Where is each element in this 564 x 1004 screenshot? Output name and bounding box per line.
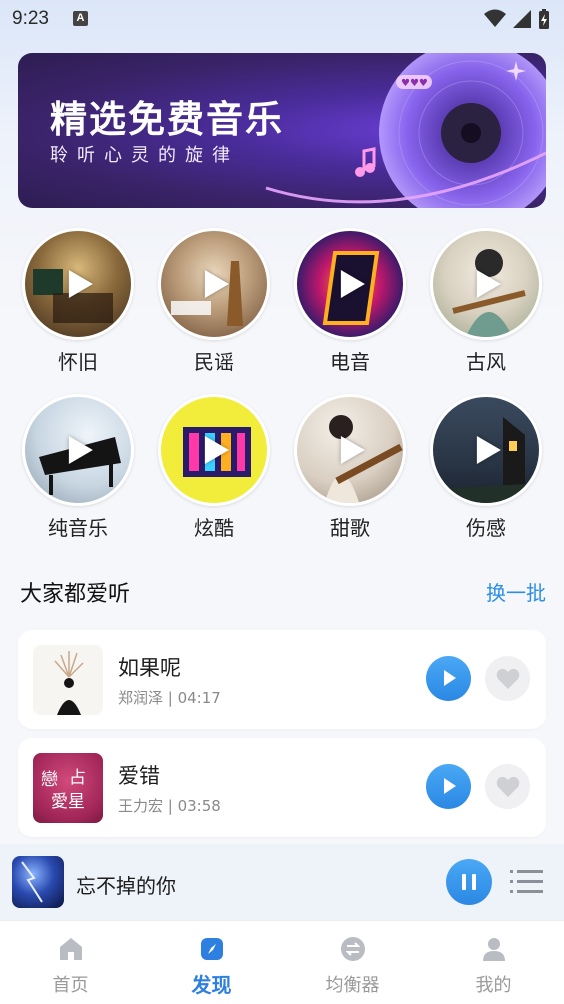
- play-button[interactable]: [426, 764, 471, 809]
- song-cover: [33, 645, 103, 715]
- nav-item-profile[interactable]: 我的: [423, 921, 564, 1004]
- song-title: 如果呢: [118, 656, 181, 680]
- genre-cover: [22, 228, 134, 340]
- genre-cover: [158, 228, 270, 340]
- battery-icon: [539, 9, 549, 29]
- now-playing-cover: [12, 856, 64, 908]
- status-icons: [484, 8, 550, 30]
- svg-text:戀: 戀: [41, 770, 58, 790]
- banner-subtitle: 聆听心灵的旋律: [50, 145, 239, 166]
- genre-label: 民谣: [194, 350, 234, 374]
- user-icon: [483, 938, 505, 961]
- refresh-batch-button[interactable]: 换一批: [486, 577, 546, 606]
- genre-cover: [158, 394, 270, 506]
- wifi-icon: [484, 9, 506, 27]
- song-meta: 郑润泽 | 04:17: [118, 689, 221, 707]
- song-list-item[interactable]: 戀占愛星 爱错 王力宏 | 03:58: [18, 738, 546, 837]
- promo-banner[interactable]: ♥♥♥ 精选免费音乐 聆听心灵的旋律: [18, 53, 546, 208]
- now-playing-title: 忘不掉的你: [76, 874, 176, 898]
- song-list-item[interactable]: 如果呢 郑润泽 | 04:17: [18, 630, 546, 729]
- nav-label: 我的: [475, 975, 512, 996]
- nav-label: 均衡器: [325, 975, 380, 996]
- svg-text:♥♥♥: ♥♥♥: [401, 78, 428, 89]
- home-icon: [60, 938, 82, 960]
- play-icon: [204, 270, 229, 298]
- genre-label: 纯音乐: [48, 516, 108, 540]
- status-bar: 9:23 A: [0, 0, 564, 38]
- genre-item-sweet-songs[interactable]: 甜歌: [294, 394, 406, 541]
- heart-icon: [496, 776, 520, 797]
- song-title: 爱错: [118, 764, 160, 788]
- song-cover: 戀占愛星: [33, 753, 103, 823]
- genre-item-sad[interactable]: 伤感: [430, 394, 542, 541]
- genre-item-pure-music[interactable]: 纯音乐: [22, 394, 134, 541]
- svg-text:占: 占: [69, 768, 86, 788]
- genre-label: 怀旧: [58, 350, 98, 374]
- vinyl-record-illustration: ♥♥♥: [265, 53, 546, 208]
- play-icon: [476, 270, 501, 298]
- nav-item-discover[interactable]: 发现: [141, 921, 282, 1004]
- play-icon: [340, 270, 365, 298]
- genre-item-folk[interactable]: 民谣: [158, 228, 270, 375]
- play-icon: [476, 436, 501, 464]
- play-icon: [68, 436, 93, 464]
- nav-item-equalizer[interactable]: 均衡器: [282, 921, 423, 1004]
- bottom-nav: 首页 发现 均衡器 我的: [0, 920, 564, 1004]
- compass-icon: [201, 938, 223, 960]
- nav-label: 发现: [191, 973, 232, 997]
- play-icon: [204, 436, 229, 464]
- signal-icon: [513, 10, 531, 28]
- nav-label: 首页: [52, 975, 89, 996]
- nav-item-home[interactable]: 首页: [0, 921, 141, 1004]
- genre-item-ancient-style[interactable]: 古风: [430, 228, 542, 375]
- genre-label: 伤感: [466, 516, 506, 540]
- like-button[interactable]: [485, 656, 530, 701]
- genre-item-cool[interactable]: 炫酷: [158, 394, 270, 541]
- status-time: 9:23: [12, 8, 49, 29]
- genre-label: 炫酷: [194, 516, 234, 540]
- mini-player[interactable]: 忘不掉的你: [0, 844, 564, 920]
- genre-cover: [294, 394, 406, 506]
- play-icon: [68, 270, 93, 298]
- genre-label: 古风: [466, 350, 506, 374]
- genre-label: 甜歌: [330, 516, 370, 540]
- genre-cover: [430, 228, 542, 340]
- svg-text:愛星: 愛星: [51, 792, 85, 812]
- genre-label: 电音: [330, 350, 370, 374]
- pause-button[interactable]: [446, 859, 492, 905]
- section-title: 大家都爱听: [20, 582, 131, 607]
- genre-cover: [22, 394, 134, 506]
- genre-item-electronic[interactable]: 电音: [294, 228, 406, 375]
- play-icon: [340, 436, 365, 464]
- like-button[interactable]: [485, 764, 530, 809]
- genre-cover: [294, 228, 406, 340]
- playlist-icon[interactable]: [510, 868, 544, 896]
- heart-icon: [496, 668, 520, 689]
- equalizer-icon: [341, 937, 365, 961]
- play-button[interactable]: [426, 656, 471, 701]
- notification-a-icon: A: [73, 11, 88, 26]
- genre-cover: [430, 394, 542, 506]
- genre-item-nostalgia[interactable]: 怀旧: [22, 228, 134, 375]
- banner-title: 精选免费音乐: [50, 98, 284, 141]
- song-meta: 王力宏 | 03:58: [118, 797, 221, 815]
